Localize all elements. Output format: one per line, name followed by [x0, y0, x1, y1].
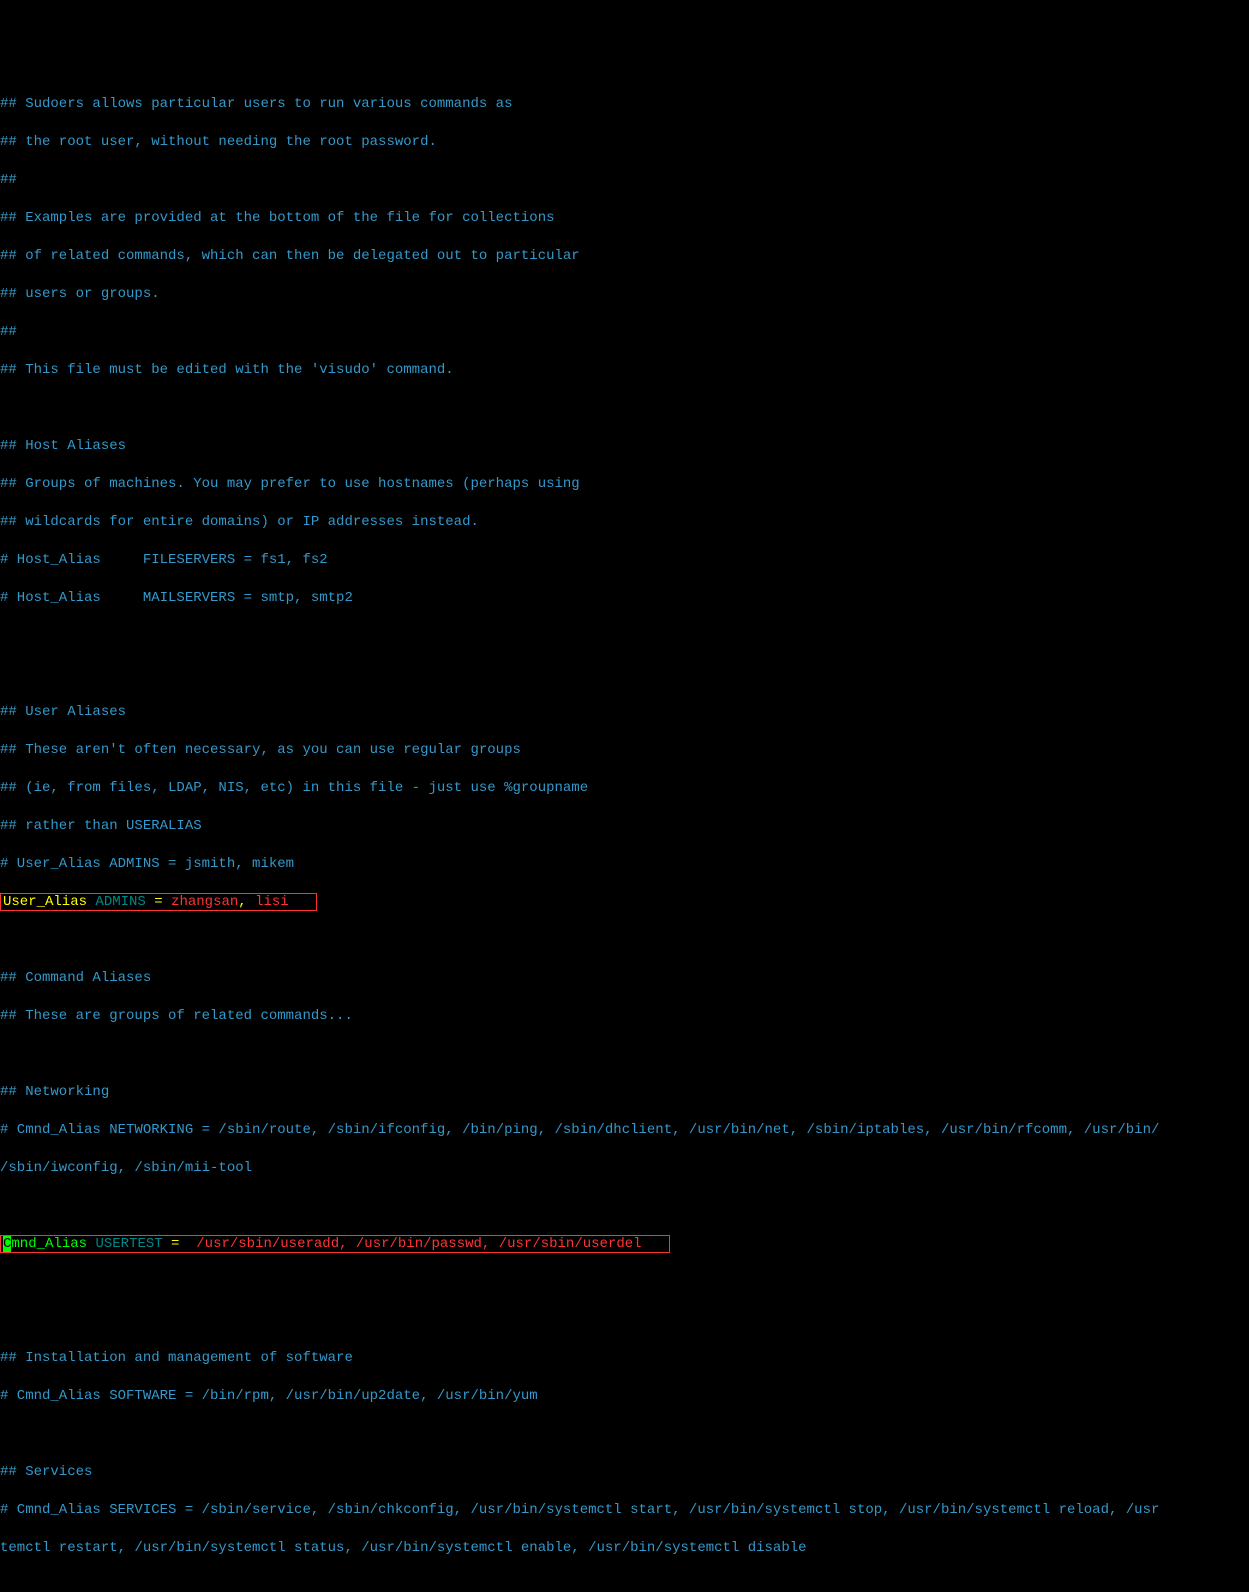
user-lisi: lisi: [255, 894, 289, 910]
comment-line: ## Examples are provided at the bottom o…: [0, 209, 1249, 228]
equals-sign: =: [146, 894, 171, 910]
comment-line: # Cmnd_Alias SOFTWARE = /bin/rpm, /usr/b…: [0, 1387, 1249, 1406]
comment-line: ## This file must be edited with the 'vi…: [0, 361, 1249, 380]
comment-line: ##: [0, 323, 1249, 342]
comment-line: ## Groups of machines. You may prefer to…: [0, 475, 1249, 494]
terminal-content[interactable]: ## Sudoers allows particular users to ru…: [0, 76, 1249, 1592]
comment-line: ## (ie, from files, LDAP, NIS, etc) in t…: [0, 779, 1249, 798]
comment-line: ## Host Aliases: [0, 437, 1249, 456]
cursor-position[interactable]: C: [3, 1236, 11, 1252]
blank-line: [0, 1311, 1249, 1330]
comment-line: /sbin/iwconfig, /sbin/mii-tool: [0, 1159, 1249, 1178]
blank-line: [0, 399, 1249, 418]
blank-line: [0, 665, 1249, 684]
highlighted-box: Cmnd_Alias USERTEST = /usr/sbin/useradd,…: [0, 1235, 670, 1253]
blank-line: [0, 931, 1249, 950]
comment-line: # Host_Alias MAILSERVERS = smtp, smtp2: [0, 589, 1249, 608]
comment-line: ## These aren't often necessary, as you …: [0, 741, 1249, 760]
user-alias-config-line: User_Alias ADMINS = zhangsan, lisi: [0, 893, 1249, 912]
blank-line: [0, 1425, 1249, 1444]
comment-line: ## rather than USERALIAS: [0, 817, 1249, 836]
equals-sign: =: [163, 1236, 197, 1252]
blank-line: [0, 1197, 1249, 1216]
comment-line: ## of related commands, which can then b…: [0, 247, 1249, 266]
comment-line: ## Services: [0, 1463, 1249, 1482]
blank-line: [0, 1577, 1249, 1592]
blank-line: [0, 627, 1249, 646]
keyword-cmnd-alias: mnd_Alias: [11, 1236, 87, 1252]
command-paths: /usr/sbin/useradd, /usr/bin/passwd, /usr…: [196, 1236, 641, 1252]
alias-name-admins: ADMINS: [95, 894, 145, 910]
comment-line: ## Networking: [0, 1083, 1249, 1102]
highlighted-box: User_Alias ADMINS = zhangsan, lisi: [0, 893, 317, 911]
comment-line: temctl restart, /usr/bin/systemctl statu…: [0, 1539, 1249, 1558]
comment-line: # Cmnd_Alias NETWORKING = /sbin/route, /…: [0, 1121, 1249, 1140]
comment-line: ## Command Aliases: [0, 969, 1249, 988]
comment-line: ## the root user, without needing the ro…: [0, 133, 1249, 152]
blank-line: [0, 1045, 1249, 1064]
comma-separator: ,: [238, 894, 255, 910]
cmnd-alias-config-line: Cmnd_Alias USERTEST = /usr/sbin/useradd,…: [0, 1235, 1249, 1254]
comment-line: ## User Aliases: [0, 703, 1249, 722]
blank-line: [0, 1273, 1249, 1292]
comment-line: ## Sudoers allows particular users to ru…: [0, 95, 1249, 114]
comment-line: # Cmnd_Alias SERVICES = /sbin/service, /…: [0, 1501, 1249, 1520]
user-zhangsan: zhangsan: [171, 894, 238, 910]
comment-line: ##: [0, 171, 1249, 190]
keyword-user-alias: User_Alias: [3, 894, 87, 910]
comment-line: # User_Alias ADMINS = jsmith, mikem: [0, 855, 1249, 874]
comment-line: ## wildcards for entire domains) or IP a…: [0, 513, 1249, 532]
comment-line: ## users or groups.: [0, 285, 1249, 304]
alias-name-usertest: USERTEST: [95, 1236, 162, 1252]
comment-line: ## These are groups of related commands.…: [0, 1007, 1249, 1026]
comment-line: ## Installation and management of softwa…: [0, 1349, 1249, 1368]
comment-line: # Host_Alias FILESERVERS = fs1, fs2: [0, 551, 1249, 570]
